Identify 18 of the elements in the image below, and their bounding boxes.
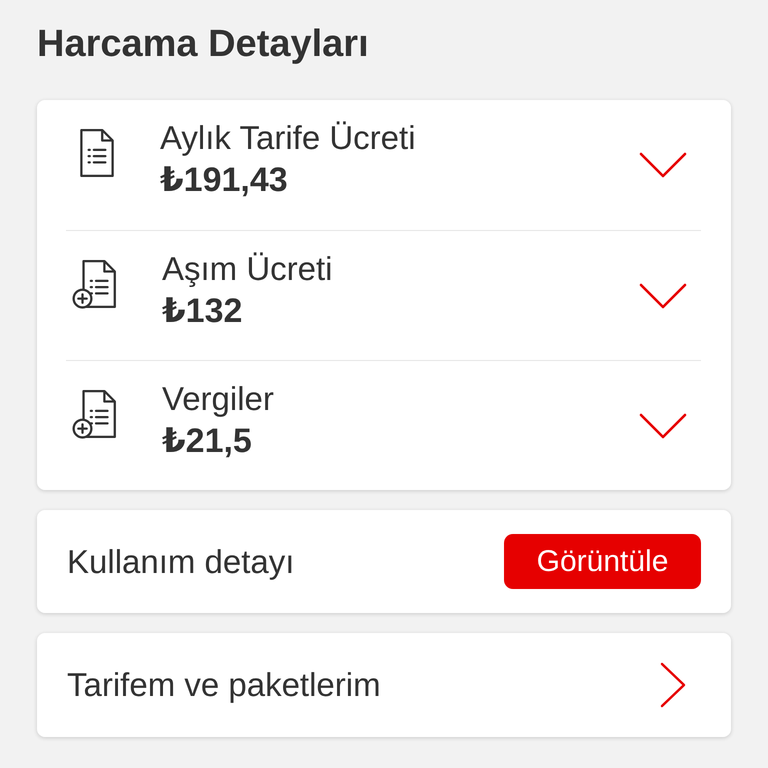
tariff-card[interactable]: Tarifem ve paketlerim [37, 633, 731, 737]
chevron-down-icon[interactable] [639, 412, 687, 440]
tariff-label: Tarifem ve paketlerim [67, 665, 381, 705]
charge-label: Aşım Ücreti [162, 248, 333, 288]
view-button[interactable]: Görüntüle [504, 534, 701, 589]
document-icon [78, 128, 116, 178]
chevron-down-icon[interactable] [639, 282, 687, 310]
document-plus-icon [72, 388, 118, 438]
chevron-right-icon [659, 662, 687, 708]
charge-amount: ₺132 [162, 290, 242, 332]
document-plus-icon [72, 258, 118, 308]
charge-amount: ₺191,43 [160, 160, 288, 201]
charge-label: Aylık Tarife Ücreti [160, 118, 416, 158]
usage-label: Kullanım detayı [67, 542, 294, 582]
page-title: Harcama Detayları [37, 22, 369, 66]
charge-label: Vergiler [162, 378, 274, 418]
charge-amount: ₺21,5 [162, 420, 252, 462]
chevron-down-icon[interactable] [639, 151, 687, 179]
